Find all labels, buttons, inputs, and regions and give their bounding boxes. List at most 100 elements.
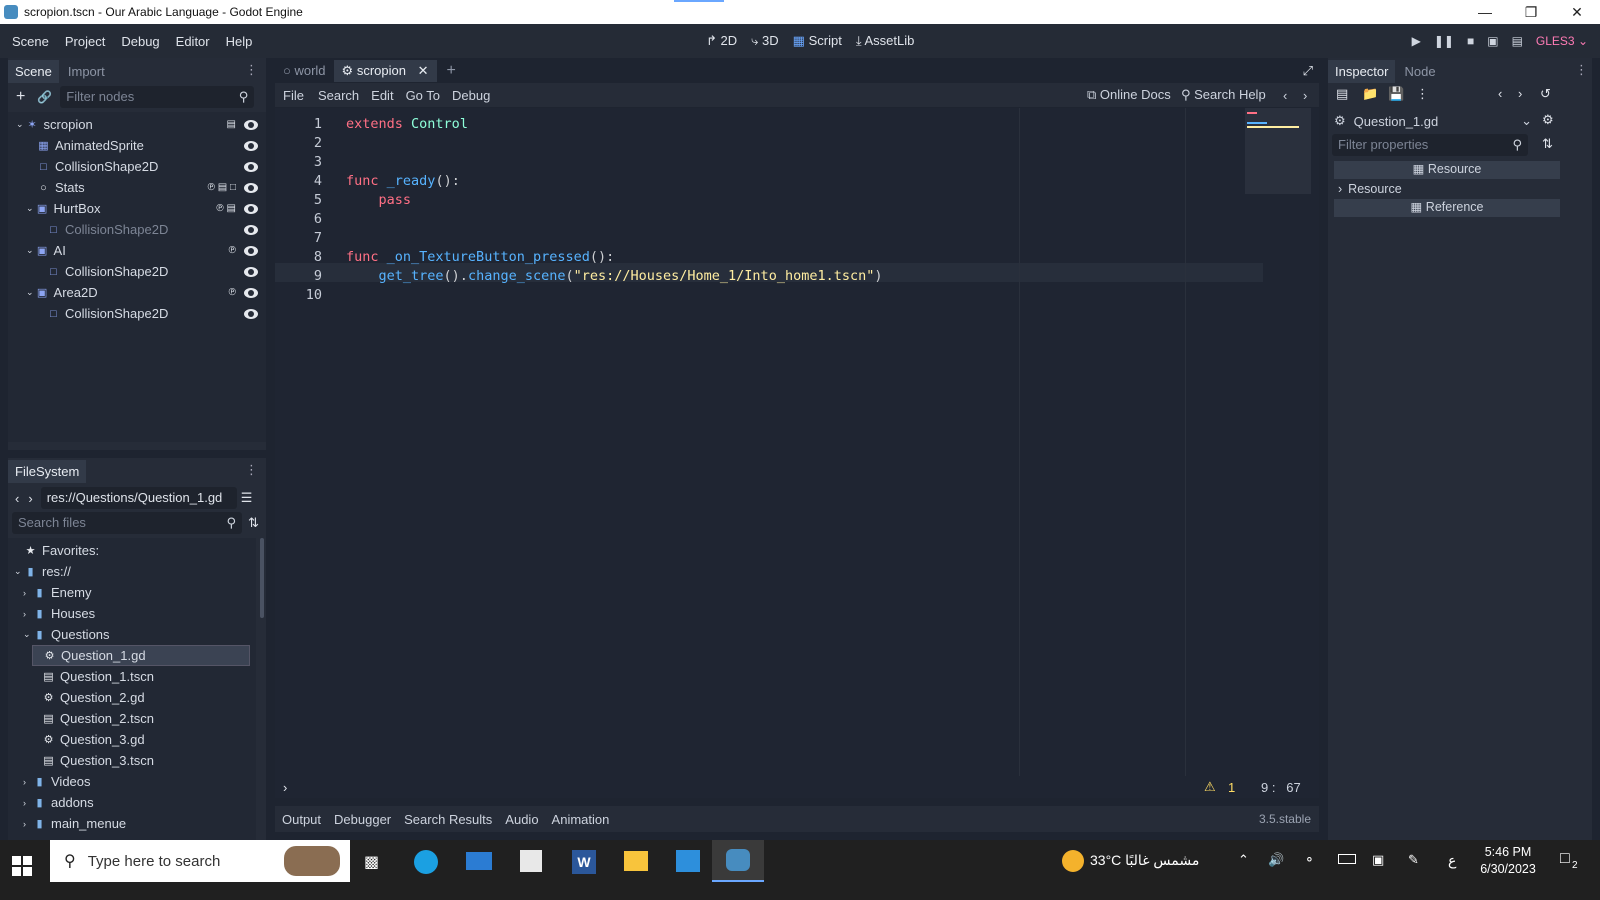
forward-icon[interactable]: › — [28, 491, 32, 506]
chevron-right-icon[interactable]: › — [23, 798, 33, 808]
visibility-eye-icon[interactable] — [244, 266, 258, 277]
visibility-eye-icon[interactable] — [244, 308, 258, 319]
volume-icon[interactable]: 🔊 — [1268, 852, 1284, 868]
script-menu-debug[interactable]: Debug — [446, 88, 496, 103]
script-menu-file[interactable]: File — [275, 88, 312, 103]
tab-animation[interactable]: Animation — [552, 812, 610, 827]
file-row[interactable]: ▤ Question_3.tscn — [32, 750, 250, 771]
visibility-eye-icon[interactable] — [244, 224, 258, 235]
tab-debugger[interactable]: Debugger — [334, 812, 391, 827]
chevron-down-icon[interactable]: ⌄ — [26, 203, 34, 214]
folder-row[interactable]: › ▮ main_menue — [23, 813, 250, 834]
tab-scene[interactable]: Scene — [8, 59, 59, 83]
file-row[interactable]: ▤ Question_1.tscn — [32, 666, 250, 687]
warning-icon[interactable]: ⚠ — [1204, 779, 1216, 795]
dock-menu-icon[interactable]: ⋮ — [1575, 62, 1588, 78]
filter-properties-input[interactable]: Filter properties ⚲ — [1332, 134, 1528, 156]
visibility-eye-icon[interactable] — [244, 203, 258, 214]
wifi-icon[interactable]: ⚬ — [1304, 852, 1315, 868]
search-help-button[interactable]: ⚲ Search Help — [1181, 87, 1266, 103]
script-attached-icon[interactable]: ▤ — [227, 119, 236, 130]
scene-node-row[interactable]: □ CollisionShape2D — [36, 303, 266, 324]
tab-scropion[interactable]: ⚙ scropion ✕ — [333, 59, 437, 82]
play-icon[interactable]: ▶ — [1412, 34, 1421, 48]
visibility-eye-icon[interactable] — [244, 119, 258, 130]
mode-script-button[interactable]: ▦ Script — [793, 33, 842, 49]
code-editor[interactable]: 1 extends Control 2 3 4 func _ready(): 5 p… — [275, 108, 1319, 776]
close-window-button[interactable]: ✕ — [1554, 0, 1600, 24]
tab-filesystem[interactable]: FileSystem — [8, 459, 87, 483]
folder-row[interactable]: ⌄ ▮ res:// — [14, 561, 250, 582]
mode-2d-button[interactable]: ↱ 2D — [706, 33, 737, 49]
scene-node-row[interactable]: ⌄ ✶ scropion ▤ — [16, 114, 266, 135]
scene-node-row[interactable]: ⌄ ▣ Area2D ℗ — [26, 282, 266, 303]
history-icon[interactable]: ↺ — [1540, 86, 1551, 102]
menu-debug[interactable]: Debug — [113, 34, 167, 49]
section-resource-header[interactable]: ▦ Resource — [1334, 161, 1560, 179]
tab-output[interactable]: Output — [282, 812, 321, 827]
meet-now-icon[interactable]: ▣ — [1372, 852, 1384, 868]
path-field[interactable]: res://Questions/Question_1.gd — [40, 487, 237, 509]
chevron-down-icon[interactable]: ⌄ — [26, 245, 34, 256]
chevron-down-icon[interactable]: ⌄ — [23, 629, 33, 640]
minimap[interactable] — [1245, 108, 1311, 194]
visibility-eye-icon[interactable] — [244, 245, 258, 256]
scene-node-row[interactable]: ▦ AnimatedSprite — [26, 135, 266, 156]
folder-row[interactable]: › ▮ Houses — [23, 603, 250, 624]
new-resource-icon[interactable]: ▤ — [1336, 86, 1348, 102]
signal-icon[interactable]: ℗ ▤ — [216, 203, 236, 214]
tab-world[interactable]: ○ world — [275, 60, 334, 81]
scene-node-row[interactable]: ○ Stats ℗ ▤ □ — [26, 177, 266, 198]
chevron-down-icon[interactable]: ⌄ — [26, 287, 34, 298]
taskbar-search-box[interactable]: ⚲ Type here to search — [50, 840, 350, 882]
dock-menu-icon[interactable]: ⋮ — [245, 462, 258, 478]
file-row[interactable]: ⚙ Question_2.gd — [32, 687, 250, 708]
chevron-right-icon[interactable]: › — [23, 588, 33, 598]
resource-selector[interactable]: ⚙ Question_1.gd ⌄ — [1334, 110, 1532, 132]
folder-row[interactable]: › ▮ Videos — [23, 771, 250, 792]
toggle-scripts-icon[interactable]: › — [283, 780, 287, 795]
edge-browser-icon[interactable] — [414, 850, 438, 874]
close-tab-icon[interactable]: ✕ — [418, 63, 429, 78]
file-tree-scrollbar[interactable] — [260, 538, 264, 618]
folder-row[interactable]: › ▮ addons — [23, 792, 250, 813]
language-indicator[interactable]: ع — [1448, 852, 1456, 869]
scene-node-row[interactable]: □ CollisionShape2D — [26, 156, 266, 177]
folder-row[interactable]: ⌄ ▮ Questions — [23, 624, 250, 645]
history-forward-icon[interactable]: › — [1518, 86, 1522, 101]
visibility-eye-icon[interactable] — [244, 140, 258, 151]
file-explorer-icon[interactable] — [624, 851, 648, 871]
open-resource-icon[interactable]: 📁 — [1362, 86, 1378, 102]
distraction-free-icon[interactable]: ⤢ — [1303, 63, 1313, 79]
menu-scene[interactable]: Scene — [4, 34, 57, 49]
search-files-input[interactable]: Search files ⚲ — [12, 512, 242, 534]
play-custom-scene-icon[interactable]: ▤ — [1512, 34, 1523, 48]
section-reference-header[interactable]: ▦ Reference — [1334, 199, 1560, 217]
battery-icon[interactable] — [1338, 854, 1356, 864]
godot-taskbar-icon[interactable] — [712, 840, 764, 882]
file-row[interactable]: ⚙ Question_1.gd — [32, 645, 250, 666]
list-view-icon[interactable]: ☰ — [241, 490, 253, 506]
word-icon[interactable]: W — [572, 850, 596, 874]
file-row[interactable]: ▤ Question_2.tscn — [32, 708, 250, 729]
scene-node-row[interactable]: ⌄ ▣ AI ℗ — [26, 240, 266, 261]
tab-inspector[interactable]: Inspector — [1328, 59, 1396, 83]
play-scene-icon[interactable]: ▣ — [1487, 34, 1498, 48]
menu-help[interactable]: Help — [218, 34, 261, 49]
renderer-selector[interactable]: GLES3 ⌄ — [1536, 34, 1588, 48]
link-icon[interactable]: 🔗 — [37, 90, 52, 104]
filter-nodes-input[interactable]: Filter nodes ⚲ — [60, 86, 255, 108]
history-back-icon[interactable]: ‹ — [1498, 86, 1502, 101]
folder-row[interactable]: › ▮ Enemy — [23, 582, 250, 603]
back-icon[interactable]: ‹ — [15, 491, 19, 506]
scene-node-row[interactable]: ⌄ ▣ HurtBox ℗ ▤ — [26, 198, 266, 219]
scene-node-row[interactable]: □ CollisionShape2D — [36, 261, 266, 282]
property-filter-icon[interactable]: ⇅ — [1542, 136, 1553, 152]
task-view-icon[interactable]: ▩ — [364, 852, 379, 872]
file-row[interactable]: ⚙ Question_3.gd — [32, 729, 250, 750]
pause-icon[interactable]: ❚❚ — [1434, 34, 1454, 48]
minimize-button[interactable]: — — [1462, 0, 1508, 24]
prev-script-icon[interactable]: ‹ — [1283, 88, 1287, 103]
object-properties-icon[interactable]: ⚙ — [1542, 112, 1554, 128]
clock[interactable]: 5:46 PM 6/30/2023 — [1462, 844, 1554, 878]
